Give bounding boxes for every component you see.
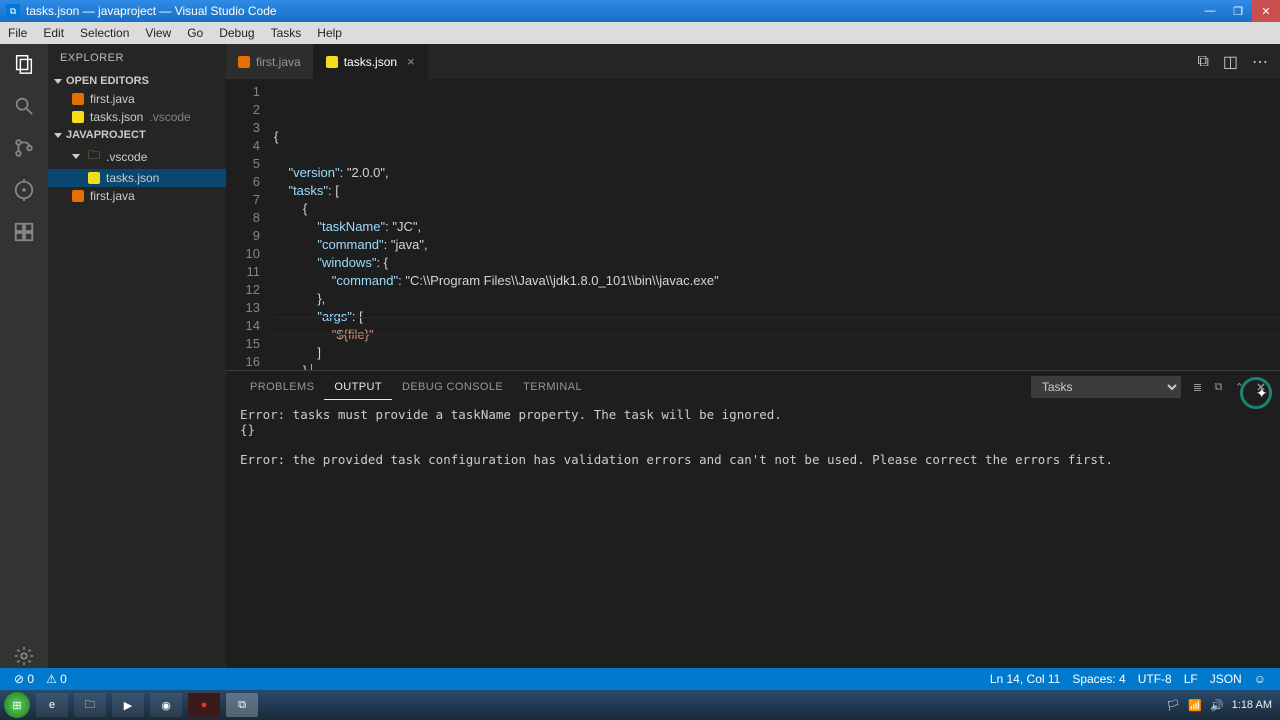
activitybar (0, 44, 48, 668)
status-encoding[interactable]: UTF-8 (1132, 672, 1178, 686)
minimize-button[interactable]: — (1196, 0, 1224, 22)
status-eol[interactable]: LF (1178, 672, 1204, 686)
status-errors[interactable]: ⊘ 0 (8, 672, 40, 686)
explorer-icon[interactable] (12, 52, 36, 76)
open-editors-header[interactable]: OPEN EDITORS (48, 72, 226, 90)
close-panel-icon[interactable]: ✕ (1256, 381, 1266, 394)
maximize-button[interactable]: ❐ (1224, 0, 1252, 22)
close-icon[interactable]: × (407, 54, 415, 69)
start-button[interactable]: ⊞ (4, 692, 30, 718)
menu-edit[interactable]: Edit (35, 26, 72, 40)
taskbar-chrome[interactable]: ◉ (150, 693, 182, 717)
tab-tasks-json[interactable]: tasks.json× (314, 44, 428, 79)
menu-debug[interactable]: Debug (211, 26, 262, 40)
status-spaces[interactable]: Spaces: 4 (1066, 672, 1131, 686)
search-icon[interactable] (12, 94, 36, 118)
output-content[interactable]: Error: tasks must provide a taskName pro… (226, 403, 1280, 668)
sidebar: EXPLORER OPEN EDITORS first.java tasks.j… (48, 44, 226, 668)
settings-icon[interactable] (12, 644, 36, 668)
file-first-java[interactable]: first.java (48, 187, 226, 205)
vscode-icon: ⧉ (6, 4, 20, 18)
gutter: 12345678910111213141516 (226, 79, 274, 370)
compare-changes-icon[interactable]: ⧉ (1197, 53, 1208, 71)
tray-clock[interactable]: 1:18 AM (1232, 699, 1272, 711)
taskbar-record[interactable]: ● (188, 693, 220, 717)
status-cursor[interactable]: Ln 14, Col 11 (984, 672, 1067, 686)
split-editor-icon[interactable]: ◫ (1223, 52, 1238, 72)
menubar: File Edit Selection View Go Debug Tasks … (0, 22, 1280, 44)
scm-icon[interactable] (12, 136, 36, 160)
tray-flag-icon[interactable]: 🏳 (1166, 699, 1180, 712)
menu-help[interactable]: Help (309, 26, 350, 40)
tray-network-icon[interactable]: 📶 (1188, 699, 1202, 712)
maximize-panel-icon[interactable]: ⌃ (1235, 381, 1245, 394)
sidebar-title: EXPLORER (48, 44, 226, 72)
statusbar: ⊘ 0 ⚠ 0 Ln 14, Col 11 Spaces: 4 UTF-8 LF… (0, 668, 1280, 690)
output-channel-select[interactable]: Tasks (1031, 376, 1181, 398)
open-editor-first-java[interactable]: first.java (48, 90, 226, 108)
taskbar-explorer[interactable]: 🗀 (74, 693, 106, 717)
file-tasks-json[interactable]: tasks.json (48, 169, 226, 187)
menu-tasks[interactable]: Tasks (263, 26, 310, 40)
window-titlebar: ⧉ tasks.json — javaproject — Visual Stud… (0, 0, 1280, 22)
tab-first-java[interactable]: first.java (226, 44, 314, 79)
system-tray[interactable]: 🏳 📶 🔊 1:18 AM (1166, 699, 1276, 712)
taskbar-ie[interactable]: e (36, 693, 68, 717)
menu-selection[interactable]: Selection (72, 26, 137, 40)
taskbar-vscode[interactable]: ⧉ (226, 693, 258, 717)
panel-tab-terminal[interactable]: TERMINAL (513, 375, 592, 399)
panel-tab-problems[interactable]: PROBLEMS (240, 375, 324, 399)
panel-tab-output[interactable]: OUTPUT (324, 375, 392, 400)
code-area[interactable]: { "version": "2.0.0", "tasks": [ { "task… (274, 79, 1280, 370)
open-log-icon[interactable]: ⧉ (1214, 381, 1222, 394)
status-feedback[interactable]: ☺ (1248, 672, 1272, 686)
status-language[interactable]: JSON (1204, 672, 1248, 686)
bottom-panel: PROBLEMS OUTPUT DEBUG CONSOLE TERMINAL T… (226, 370, 1280, 668)
windows-taskbar: ⊞ e 🗀 ▶ ◉ ● ⧉ 🏳 📶 🔊 1:18 AM (0, 690, 1280, 720)
taskbar-media[interactable]: ▶ (112, 693, 144, 717)
tray-volume-icon[interactable]: 🔊 (1210, 699, 1224, 712)
project-header[interactable]: JAVAPROJECT (48, 126, 226, 144)
open-editor-tasks-json[interactable]: tasks.json .vscode (48, 108, 226, 126)
extensions-icon[interactable] (12, 220, 36, 244)
menu-go[interactable]: Go (179, 26, 211, 40)
tabbar: first.java tasks.json× ⧉ ◫ ⋯ (226, 44, 1280, 79)
panel-tab-debug-console[interactable]: DEBUG CONSOLE (392, 375, 513, 399)
editor[interactable]: 12345678910111213141516 { "version": "2.… (226, 79, 1280, 370)
folder-vscode[interactable]: 🗀.vscode (48, 144, 226, 169)
status-warnings[interactable]: ⚠ 0 (40, 672, 73, 686)
menu-file[interactable]: File (0, 26, 35, 40)
menu-view[interactable]: View (137, 26, 179, 40)
clear-output-icon[interactable]: ≣ (1193, 381, 1203, 394)
close-button[interactable]: ✕ (1252, 0, 1280, 22)
window-title: tasks.json — javaproject — Visual Studio… (26, 4, 1196, 18)
more-actions-icon[interactable]: ⋯ (1252, 52, 1268, 72)
debug-icon[interactable] (12, 178, 36, 202)
